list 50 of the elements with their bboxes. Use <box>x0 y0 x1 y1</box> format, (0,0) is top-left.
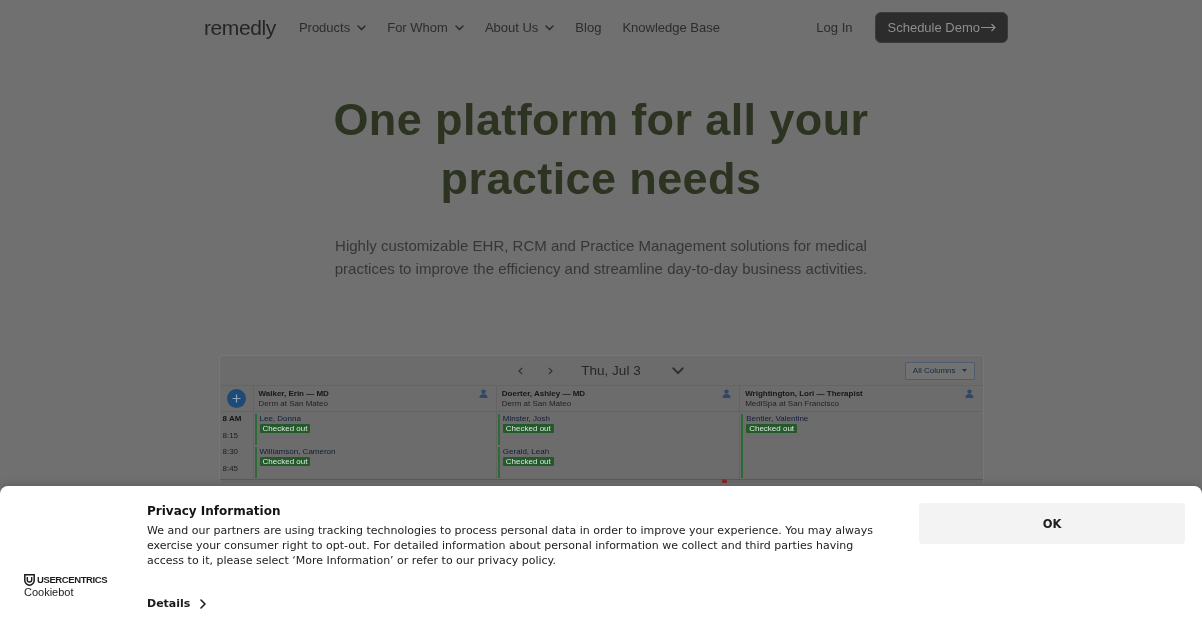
chevron-left-icon <box>518 366 524 375</box>
time-label: 8 AM <box>221 413 243 425</box>
provider-location: Derm at San Mateo <box>258 399 329 408</box>
details-button[interactable]: Details <box>147 597 207 610</box>
nav-link[interactable]: Blog <box>575 20 602 35</box>
brand-name: USERCENTRICS <box>37 574 108 586</box>
patient-name: Lee, Donna <box>259 414 301 423</box>
time-marker-icon <box>722 479 728 483</box>
hero-subtitle: Highly customizable EHR, RCM and Practice Management solutions for medical practices to improve the efficiency and streamline day-to-day business activities. <box>333 236 869 279</box>
status-badge: Checked out <box>259 424 311 433</box>
status-badge: Checked out <box>502 457 554 466</box>
banner-text: We and our partners are using tracking technologies to process personal data in order to improve your experience. You may always exercise your consumer right to opt-out. For detailed information about personal information we collect and third parties having access to it, please select ‘More Information’ or refer to our privacy policy. <box>147 523 874 568</box>
brand-product: Cookiebot <box>24 586 74 598</box>
column-filter-dropdown[interactable]: All Columns <box>904 361 975 380</box>
person-icon <box>478 389 488 398</box>
nav-link[interactable]: Knowledge Base <box>622 20 720 35</box>
status-badge: Checked out <box>502 424 554 433</box>
patient-name: Williamson, Cameron <box>259 447 336 456</box>
time-label: 8:15 <box>221 429 240 442</box>
patient-name: Bentler, Valentine <box>746 414 809 423</box>
provider-name: Doerter, Ashley — MD <box>501 389 586 398</box>
time-label: 8:30 <box>221 446 240 458</box>
login-link[interactable]: Log In <box>816 20 853 35</box>
provider-location: MediSpa at San Francisco <box>745 399 840 408</box>
person-icon <box>965 389 975 398</box>
nav-link[interactable]: About Us <box>484 20 555 35</box>
status-badge: Checked out <box>259 457 311 466</box>
nav-link[interactable]: Products <box>298 20 367 35</box>
provider-name: Wrightington, Lori — Therapist <box>745 389 863 398</box>
chevron-right-icon <box>548 366 554 375</box>
person-icon <box>722 389 732 398</box>
status-badge: Checked out <box>746 424 798 433</box>
nav-link[interactable]: For Whom <box>387 20 464 35</box>
provider-name: Walker, Erin — MD <box>258 389 329 398</box>
plus-icon <box>226 389 246 408</box>
hero-heading: One platform for all your practice needs <box>332 93 870 206</box>
date-label: Thu, Jul 3 <box>581 363 641 378</box>
patient-name: Gerald, Leah <box>502 447 550 456</box>
shield-icon <box>24 574 35 586</box>
caret-icon <box>961 369 967 372</box>
schedule-demo-button[interactable]: Schedule Demo <box>874 12 1008 43</box>
arrow-right-icon <box>981 23 996 32</box>
banner-title: Privacy Information <box>147 503 281 519</box>
patient-name: Minster, Josh <box>502 414 550 423</box>
logo[interactable]: remedly <box>204 15 276 40</box>
time-label: 8:45 <box>221 462 240 475</box>
ok-button[interactable]: OK <box>919 503 1185 544</box>
chevron-down-icon <box>671 366 684 375</box>
provider-location: Derm at San Mateo <box>501 399 573 408</box>
chevron-right-icon <box>200 598 207 609</box>
